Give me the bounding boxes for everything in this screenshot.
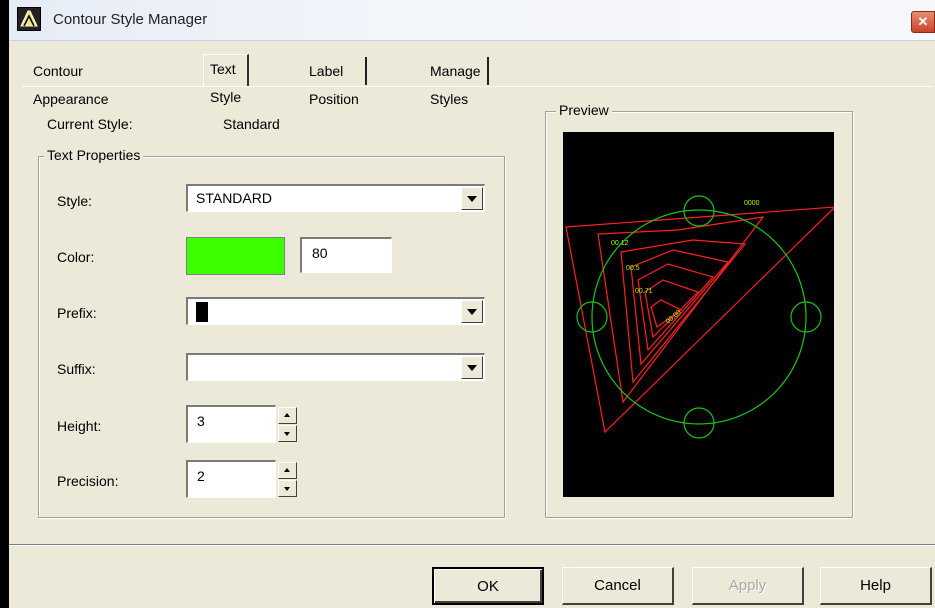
style-label: Style:: [57, 193, 93, 209]
spin-up-icon[interactable]: [278, 407, 297, 424]
tab-label-position[interactable]: Label Position: [303, 57, 367, 107]
preview-canvas: 0000 00.12 00.5 00.71 00.00: [563, 132, 837, 497]
prefix-cursor-block: [196, 302, 208, 322]
suffix-dropdown[interactable]: [186, 353, 485, 381]
color-index-field[interactable]: 80: [300, 237, 392, 273]
height-value: 3: [197, 413, 205, 429]
current-style-value: Standard: [223, 116, 280, 132]
spin-down-icon[interactable]: [278, 425, 297, 442]
precision-value: 2: [197, 468, 205, 484]
close-button[interactable]: ✕: [911, 11, 935, 33]
contour-preview-drawing: 0000 00.12 00.5 00.71 00.00: [565, 195, 837, 439]
prefix-dropdown[interactable]: [186, 297, 485, 325]
height-spinner: 3: [186, 405, 303, 443]
chevron-down-icon[interactable]: [461, 187, 483, 210]
contour-label: 00.12: [611, 240, 629, 247]
color-swatch[interactable]: [186, 237, 285, 275]
ok-button[interactable]: OK: [432, 567, 544, 605]
color-index-value: 80: [312, 245, 328, 261]
close-icon: ✕: [917, 14, 929, 29]
help-button[interactable]: Help: [820, 567, 932, 605]
suffix-label: Suffix:: [57, 361, 96, 377]
cancel-button[interactable]: Cancel: [562, 567, 674, 605]
contour-label: 00.00: [665, 309, 683, 326]
tab-manage-styles[interactable]: Manage Styles: [424, 57, 489, 107]
contour-labels: 0000 00.12 00.5 00.71 00.00: [611, 200, 760, 326]
contour-label: 0000: [744, 200, 760, 207]
chevron-down-icon[interactable]: [461, 300, 483, 323]
apply-button[interactable]: Apply: [692, 567, 804, 605]
text-properties-title: Text Properties: [44, 147, 144, 163]
preview-circles: [576, 195, 822, 439]
current-style-label: Current Style:: [47, 116, 133, 132]
style-dropdown[interactable]: STANDARD: [186, 184, 485, 212]
prefix-label: Prefix:: [57, 305, 97, 321]
title-bar: Contour Style Manager ✕: [9, 0, 935, 41]
bottom-separator: [9, 544, 935, 546]
precision-label: Precision:: [57, 473, 119, 489]
window-title: Contour Style Manager: [53, 11, 208, 28]
preview-title: Preview: [556, 102, 612, 118]
style-dropdown-value: STANDARD: [196, 190, 272, 206]
tab-strip-line: [22, 86, 932, 87]
precision-spinner: 2: [186, 460, 303, 498]
height-input[interactable]: 3: [186, 405, 276, 443]
spin-down-icon[interactable]: [278, 480, 297, 497]
color-label: Color:: [57, 249, 95, 265]
contour-label: 00.5: [626, 265, 640, 272]
spin-up-icon[interactable]: [278, 462, 297, 479]
app-icon: [17, 7, 41, 31]
height-label: Height:: [57, 418, 102, 434]
contour-label: 00.71: [635, 288, 653, 295]
tab-contour-appearance[interactable]: Contour Appearance: [27, 57, 115, 107]
background-window-edge: [0, 0, 9, 608]
precision-input[interactable]: 2: [186, 460, 276, 498]
tab-text-style[interactable]: Text Style: [203, 54, 250, 105]
chevron-down-icon[interactable]: [461, 356, 483, 379]
